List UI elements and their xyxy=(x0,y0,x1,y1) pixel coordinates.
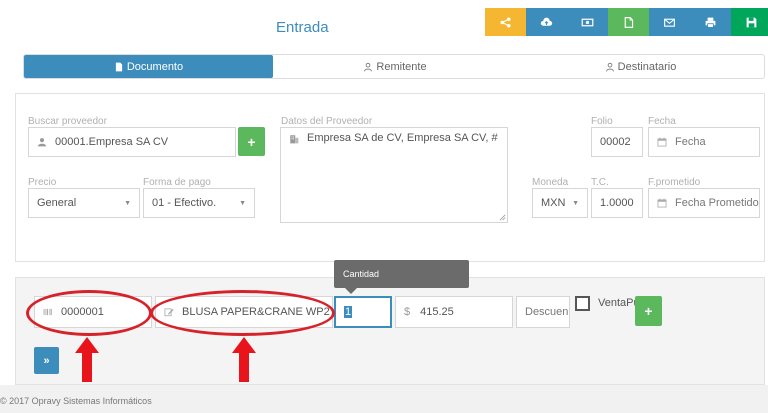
tc-input[interactable]: 1.0000 xyxy=(591,188,643,218)
f-prometido-placeholder: Fecha Prometido xyxy=(675,197,759,209)
tooltip-arrow xyxy=(345,288,357,294)
share-button[interactable] xyxy=(485,8,526,36)
buscar-proveedor-value: 00001.Empresa SA CV xyxy=(55,136,169,148)
annotation-arrow-up-icon xyxy=(232,337,256,382)
datos-proveedor-value: Empresa SA de CV, Empresa SA CV, # xyxy=(307,132,498,144)
print-icon xyxy=(705,17,716,28)
plus-icon: + xyxy=(247,133,256,150)
folio-input[interactable]: 00002 xyxy=(591,127,643,157)
datos-proveedor-label: Datos del Proveedor xyxy=(281,116,373,127)
annotation-ellipse-codigo xyxy=(26,290,152,336)
resize-handle-icon[interactable] xyxy=(499,214,506,221)
venta-publico-checkbox[interactable] xyxy=(575,296,590,311)
footer-copyright: © 2017 Opravy Sistemas Informáticos xyxy=(0,396,152,406)
caret-down-icon: ▼ xyxy=(239,199,246,207)
building-icon xyxy=(290,135,299,144)
caret-down-icon: ▼ xyxy=(124,199,131,207)
tab-destinatario[interactable]: Destinatario xyxy=(517,55,764,78)
folio-label: Folio xyxy=(591,116,613,127)
moneda-select[interactable]: MXN ▼ xyxy=(532,188,588,218)
user-icon xyxy=(364,62,373,71)
f-prometido-input[interactable]: Fecha Prometido xyxy=(648,188,760,218)
email-button[interactable] xyxy=(649,8,690,36)
file-icon xyxy=(115,62,122,71)
moneda-value: MXN xyxy=(541,197,566,209)
add-proveedor-button[interactable]: + xyxy=(238,127,265,156)
calendar-icon xyxy=(657,198,667,208)
file-icon xyxy=(624,16,634,28)
tab-remitente[interactable]: Remitente xyxy=(273,55,517,78)
add-line-button[interactable]: + xyxy=(635,296,662,326)
descuento-placeholder: Descuen xyxy=(525,306,569,318)
plus-icon: + xyxy=(644,303,653,319)
money-icon xyxy=(581,18,594,26)
dollar-icon: $ xyxy=(404,306,411,318)
cantidad-value: 1 xyxy=(344,306,353,318)
save-icon xyxy=(746,17,757,27)
annotation-ellipse-descripcion xyxy=(150,290,335,336)
fecha-label: Fecha xyxy=(648,116,676,127)
cloud-upload-icon xyxy=(540,17,553,26)
cantidad-tooltip: Cantidad xyxy=(334,260,469,288)
tooltip-text: Cantidad xyxy=(343,269,380,279)
tab-label: Documento xyxy=(126,60,184,73)
fecha-input[interactable]: Fecha xyxy=(648,127,760,157)
forma-pago-label: Forma de pago xyxy=(143,177,211,188)
tab-label: Destinatario xyxy=(617,60,677,73)
precio-unitario-value: 415.25 xyxy=(420,306,454,318)
calendar-icon xyxy=(657,137,667,147)
precio-value: General xyxy=(37,197,77,209)
precio-label: Precio xyxy=(28,177,57,188)
upload-button[interactable] xyxy=(526,8,567,36)
page-title: Entrada xyxy=(276,19,329,36)
tab-documento[interactable]: Documento xyxy=(24,55,273,78)
buscar-proveedor-label: Buscar proveedor xyxy=(28,116,107,127)
payment-button[interactable] xyxy=(567,8,608,36)
descuento-input[interactable]: Descuen xyxy=(516,296,570,328)
tc-value: 1.0000 xyxy=(600,197,634,209)
save-button[interactable] xyxy=(731,8,768,36)
precio-select[interactable]: General ▼ xyxy=(28,188,140,218)
folio-value: 00002 xyxy=(600,136,631,148)
tab-label: Remitente xyxy=(376,60,427,73)
cantidad-input[interactable]: 1 xyxy=(334,296,392,328)
caret-down-icon: ▼ xyxy=(572,199,579,207)
envelope-icon xyxy=(664,18,675,27)
tc-label: T.C. xyxy=(591,177,609,188)
user-icon xyxy=(37,138,47,147)
forma-pago-value: 01 - Efectivo. xyxy=(152,197,217,209)
forma-pago-select[interactable]: 01 - Efectivo. ▼ xyxy=(143,188,255,218)
double-chevron-right-icon: » xyxy=(43,354,50,367)
f-prometido-label: F.prometido xyxy=(648,177,701,188)
next-button[interactable]: » xyxy=(34,347,59,374)
fecha-placeholder: Fecha xyxy=(675,136,706,148)
share-nodes-icon xyxy=(500,16,511,28)
precio-unitario-input[interactable]: $ 415.25 xyxy=(395,296,513,328)
new-document-button[interactable] xyxy=(608,8,649,36)
toolbar xyxy=(485,8,768,36)
buscar-proveedor-input[interactable]: 00001.Empresa SA CV xyxy=(28,127,236,157)
datos-proveedor-textarea[interactable]: Empresa SA de CV, Empresa SA CV, # xyxy=(280,127,508,223)
print-button[interactable] xyxy=(690,8,731,36)
document-tabs: Documento Remitente Destinatario xyxy=(23,54,765,79)
user-icon xyxy=(605,62,614,71)
annotation-arrow-up-icon xyxy=(75,337,99,382)
moneda-label: Moneda xyxy=(532,177,569,188)
